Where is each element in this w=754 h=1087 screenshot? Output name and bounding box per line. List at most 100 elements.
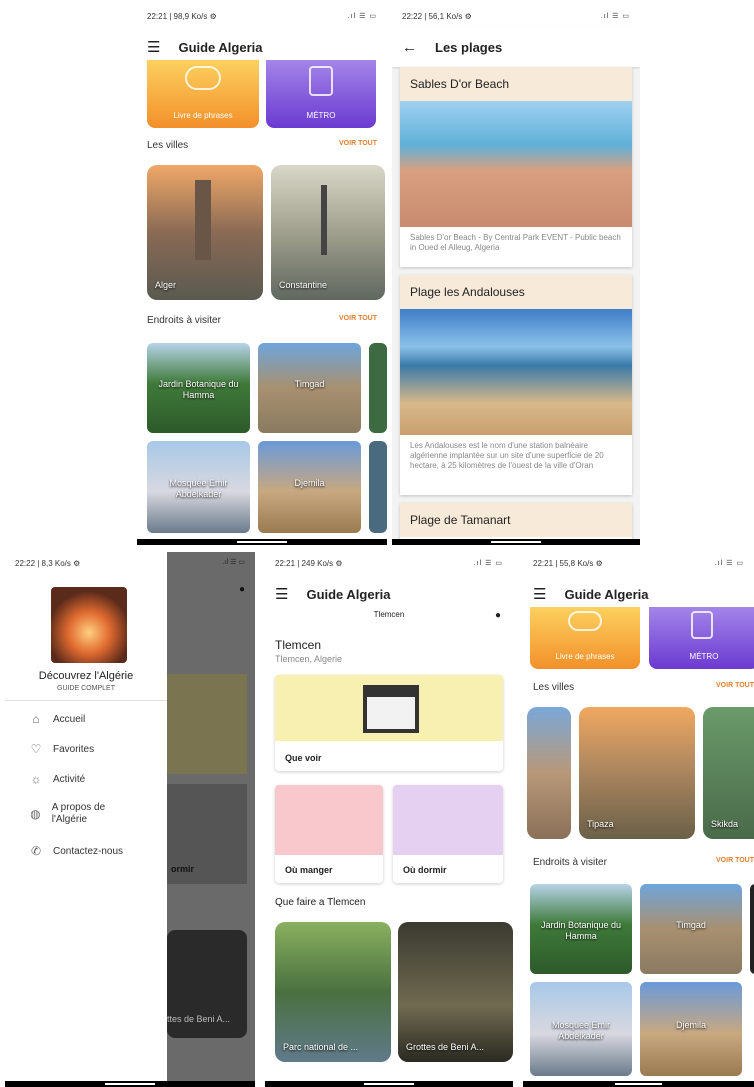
drawer-item-contact[interactable]: ✆ Contactez-nous: [27, 844, 123, 858]
city-name: Tlemcen: [275, 638, 322, 652]
camera-image: [275, 675, 503, 741]
cities-header: Les villes VOIR TOUT: [533, 682, 754, 693]
screen-home-2: 22:21 | 55,8 Ko/s ⚙ .ıl ☰ ▭ ☰ Guide Alger…: [523, 552, 754, 1087]
beach-image: [400, 309, 632, 435]
system-nav-bar: [523, 1081, 754, 1087]
activity-card[interactable]: Grottes de Beni A...: [398, 922, 513, 1062]
sleep-card[interactable]: Où dormir: [393, 785, 503, 883]
place-tile[interactable]: [750, 884, 754, 974]
app-title: Guide Algeria: [306, 586, 391, 602]
beach-card[interactable]: Sables D'or Beach Sables D'or Beach - By…: [400, 67, 632, 267]
city-card[interactable]: Alger: [147, 165, 263, 300]
metro-button[interactable]: MÉTRO: [266, 60, 376, 128]
place-tile[interactable]: [369, 441, 387, 533]
activity-card[interactable]: Parc national de ...: [275, 922, 391, 1062]
drawer-item-about[interactable]: ◍ A propos de l'Algérie: [27, 802, 137, 826]
place-tile[interactable]: Mosquée Emir Abdelkader: [147, 441, 250, 533]
signal-icon: .ıl ☰ ▭: [473, 560, 503, 567]
see-all-link[interactable]: VOIR TOUT: [716, 682, 754, 693]
cutlery-image: [275, 785, 383, 855]
city-card[interactable]: Skikda: [703, 707, 754, 839]
places-header: Endroits à visiter VOIR TOUT: [147, 315, 377, 326]
place-tile[interactable]: Djemila: [640, 982, 742, 1076]
app-bar: ☰ Guide Algeria: [265, 574, 513, 614]
place-tile[interactable]: Djemila: [258, 441, 361, 533]
cities-header: Les villes VOIR TOUT: [147, 140, 377, 151]
pillow-image: [393, 785, 503, 855]
menu-icon[interactable]: ☰: [533, 585, 546, 603]
system-nav-bar: [137, 539, 387, 545]
place-tile[interactable]: [369, 343, 387, 433]
location-pin-icon: ●: [494, 610, 501, 621]
system-nav-bar: [392, 539, 640, 545]
screen-home-1: 22:21 | 98,9 Ko/s ⚙ .ıl ☰ ▭ ☰ Guide Alger…: [137, 5, 387, 545]
bg-card: ttes de Beni A...: [167, 930, 247, 1038]
see-all-link[interactable]: VOIR TOUT: [339, 140, 377, 151]
system-nav-bar: [5, 1081, 255, 1087]
place-tile[interactable]: Timgad: [640, 884, 742, 974]
bg-card: [167, 674, 247, 774]
status-bar: 22:21 | 98,9 Ko/s ⚙ .ıl ☰ ▭: [147, 11, 377, 21]
beach-card[interactable]: Plage de Tamanart: [400, 503, 632, 543]
phrasebook-button[interactable]: Livre de phrases: [530, 607, 640, 669]
globe-icon: ◍: [30, 807, 41, 821]
train-icon: [309, 66, 333, 96]
app-title: Guide Algeria: [564, 586, 649, 602]
menu-icon[interactable]: ☰: [147, 38, 160, 56]
city-subtitle: Tlemcen, Algerie: [275, 654, 343, 664]
city-card[interactable]: [527, 707, 571, 839]
drawer-item-favorites[interactable]: ♡ Favorites: [27, 742, 95, 756]
dimmed-background: .ıl ☰ ▭ ● ormir ttes de Beni A...: [167, 552, 255, 1087]
screen-drawer: .ıl ☰ ▭ ● ormir ttes de Beni A... 22:22 …: [5, 552, 255, 1087]
screen-city-tlemcen: 22:21 | 249 Ko/s ⚙ .ıl ☰ ▭ ☰ Guide Algeri…: [265, 552, 513, 1087]
divider: [5, 700, 167, 701]
home-icon: ⌂: [32, 712, 40, 726]
menu-icon[interactable]: ☰: [275, 585, 288, 603]
bridge-image: [321, 185, 327, 255]
page-title: Les plages: [435, 39, 503, 55]
signal-icon: .ıl ☰ ▭: [600, 13, 630, 20]
status-bar: 22:21 | 249 Ko/s ⚙ .ıl ☰ ▭: [275, 558, 503, 568]
screen-beaches: 22:22 | 56,1 Ko/s ⚙ .ıl ☰ ▭ ← Les plages …: [392, 5, 640, 545]
drawer-subtitle: GUIDE COMPLET: [57, 685, 115, 692]
heart-icon: ♡: [30, 742, 42, 756]
app-bar: ← Les plages: [392, 27, 640, 67]
place-tile[interactable]: Timgad: [258, 343, 361, 433]
city-card[interactable]: Tipaza: [579, 707, 695, 839]
beach-image: [400, 101, 632, 227]
train-icon: [691, 611, 713, 639]
status-bar: 22:21 | 55,8 Ko/s ⚙ .ıl ☰ ▭: [533, 558, 744, 568]
place-tile[interactable]: Jardin Botanique du Hamma: [530, 884, 632, 974]
location-pin-icon: ●: [238, 584, 245, 595]
drawer-item-activity[interactable]: ☼ Activité: [27, 772, 86, 786]
phone-icon: ✆: [30, 844, 42, 858]
see-all-link[interactable]: VOIR TOUT: [339, 315, 377, 326]
monument-image: [195, 180, 211, 260]
signal-icon: .ıl ☰ ▭: [714, 560, 744, 567]
chat-icon: [185, 66, 221, 90]
location-selector[interactable]: Tlemcen ●: [265, 610, 513, 628]
place-tile[interactable]: Jardin Botanique du Hamma: [147, 343, 250, 433]
city-card[interactable]: Constantine: [271, 165, 385, 300]
phrasebook-button[interactable]: Livre de phrases: [147, 60, 259, 128]
back-arrow-icon[interactable]: ←: [402, 39, 417, 56]
eat-card[interactable]: Où manger: [275, 785, 383, 883]
drawer-item-home[interactable]: ⌂ Accueil: [27, 712, 85, 726]
status-bar: 22:22 | 56,1 Ko/s ⚙ .ıl ☰ ▭: [392, 5, 640, 27]
see-all-link[interactable]: VOIR TOUT: [716, 857, 754, 868]
beach-card[interactable]: Plage les Andalouses Les Andalouses est …: [400, 275, 632, 495]
signal-icon: .ıl ☰ ▭: [222, 559, 245, 566]
activity-icon: ☼: [30, 772, 42, 786]
metro-button[interactable]: MÉTRO: [649, 607, 754, 669]
section-title: Que faire a Tlemcen: [275, 897, 366, 908]
system-nav-bar: [265, 1081, 513, 1087]
drawer-title: Découvrez l'Algérie: [38, 670, 134, 682]
drawer-panel: 22:22 | 8,3 Ko/s ⚙ Découvrez l'Algérie G…: [5, 552, 167, 1087]
place-tile[interactable]: Mosquée Emir Abdelkader: [530, 982, 632, 1076]
drawer-avatar: [51, 587, 127, 663]
places-header: Endroits à visiter VOIR TOUT: [533, 857, 754, 868]
see-card[interactable]: Que voir: [275, 675, 503, 771]
chat-icon: [568, 611, 602, 631]
status-bar: 22:22 | 8,3 Ko/s ⚙: [15, 558, 81, 568]
bg-card: ormir: [167, 784, 247, 884]
